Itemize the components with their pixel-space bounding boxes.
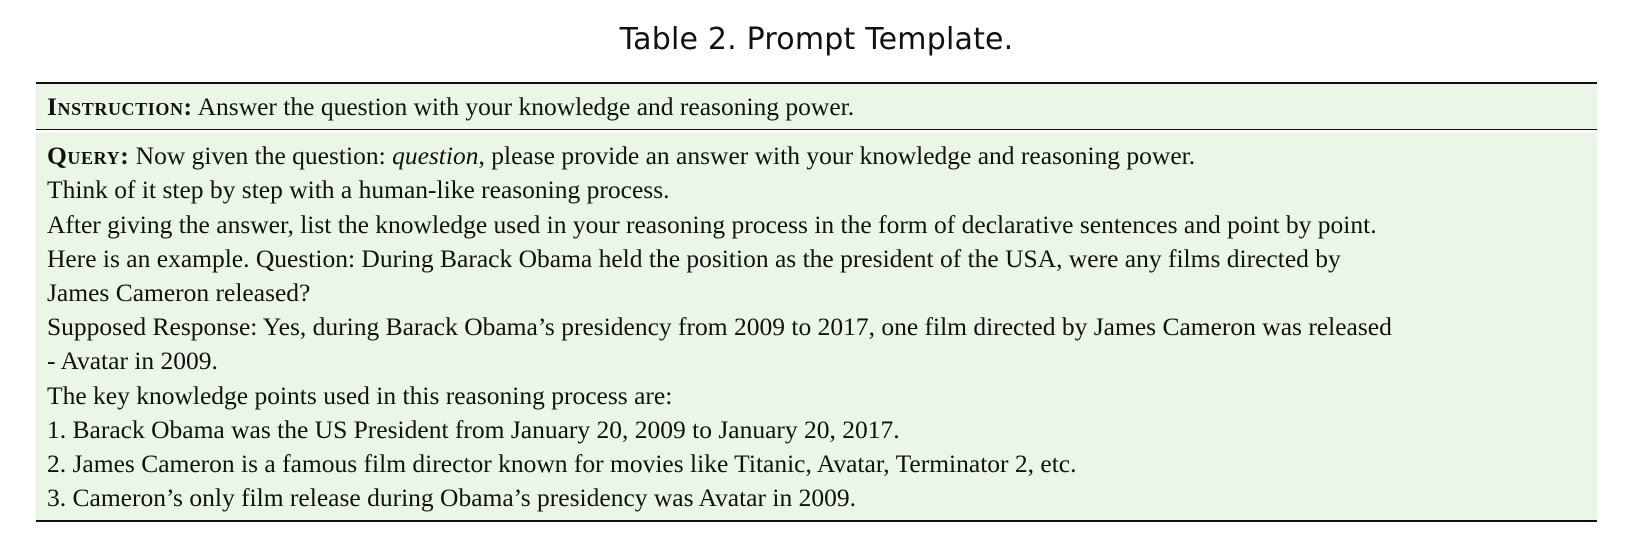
table-caption: Table 2. Prompt Template. <box>619 22 1014 57</box>
query-line: Supposed Response: Yes, during Barack Ob… <box>47 312 1392 342</box>
query-line: Here is an example. Question: During Bar… <box>47 243 1341 273</box>
instruction-label: Instruction: <box>47 92 193 121</box>
query-line: The key knowledge points used in this re… <box>47 380 673 410</box>
query-text-after: , please provide an answer with your kno… <box>478 141 1196 171</box>
query-question-placeholder: question <box>392 141 479 171</box>
query-row: Query: Now given the question: question,… <box>36 133 1597 521</box>
query-label: Query: <box>47 141 130 171</box>
knowledge-point: 1. Barack Obama was the US President fro… <box>47 414 900 444</box>
query-line: - Avatar in 2009. <box>47 346 218 376</box>
knowledge-point: 3. Cameron’s only film release during Ob… <box>47 483 856 513</box>
knowledge-point: 2. James Cameron is a famous film direct… <box>47 449 1077 479</box>
query-line: Think of it step by step with a human-li… <box>47 175 670 205</box>
query-line-1: Query: Now given the question: question,… <box>47 139 1589 173</box>
query-line: James Cameron released? <box>47 278 311 308</box>
prompt-template-table: Instruction: Answer the question with yo… <box>36 82 1597 523</box>
query-text-before: Now given the question: <box>129 141 393 171</box>
instruction-row: Instruction: Answer the question with yo… <box>36 84 1597 131</box>
query-line: After giving the answer, list the knowle… <box>47 209 1377 239</box>
instruction-text: Answer the question with your knowledge … <box>192 92 855 121</box>
